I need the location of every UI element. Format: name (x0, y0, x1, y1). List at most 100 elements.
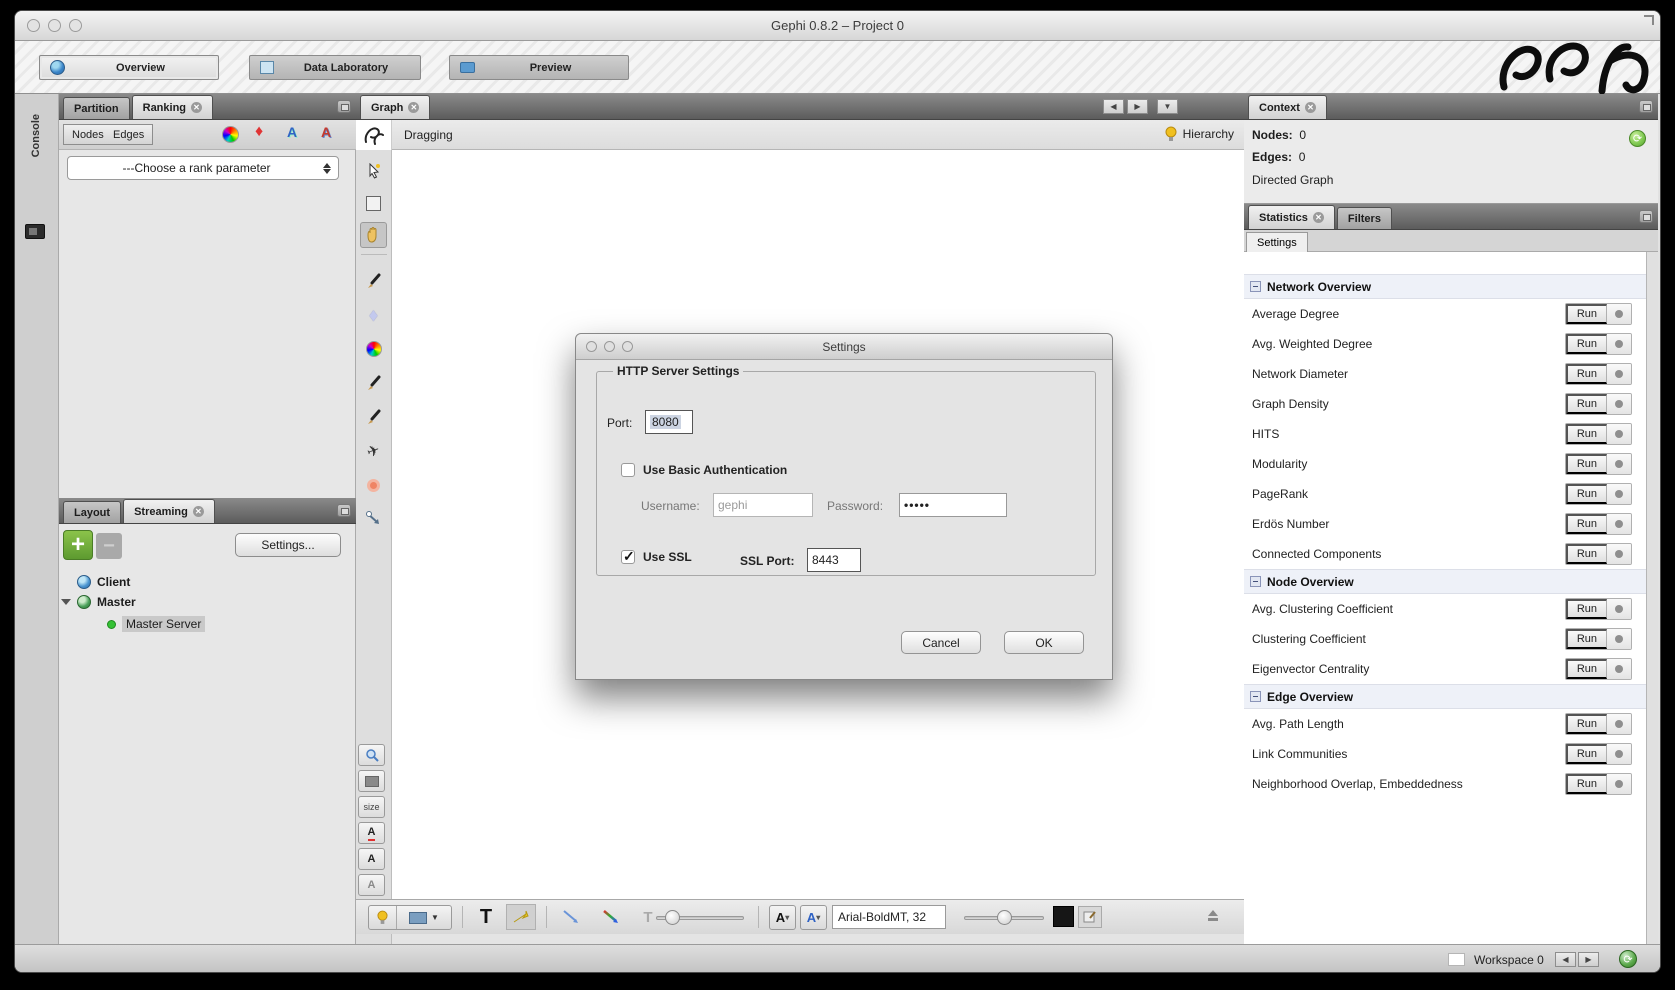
tab-partition[interactable]: Partition (63, 97, 130, 119)
stat-section-network-overview[interactable]: Network Overview (1244, 274, 1646, 299)
run-button[interactable]: Run (1566, 744, 1607, 764)
info-dot-button[interactable] (1607, 774, 1631, 794)
info-dot-button[interactable] (1607, 744, 1631, 764)
painter-tool[interactable] (360, 268, 387, 294)
close-icon[interactable] (191, 102, 202, 113)
close-icon[interactable] (193, 506, 204, 517)
ok-button[interactable]: OK (1004, 631, 1084, 654)
minimize-panel-button[interactable] (337, 100, 351, 113)
subtab-settings[interactable]: Settings (1246, 232, 1308, 252)
stat-section-node-overview[interactable]: Node Overview (1244, 569, 1646, 594)
edge-weight-slider[interactable] (656, 916, 744, 920)
edge-pencil-tool[interactable] (360, 404, 387, 430)
run-button[interactable]: Run (1566, 544, 1607, 564)
label-size-slider[interactable] (964, 916, 1044, 920)
run-button[interactable]: Run (1566, 364, 1607, 384)
run-button[interactable]: Run (1566, 424, 1607, 444)
info-dot-button[interactable] (1607, 304, 1631, 324)
run-button[interactable]: Run (1566, 454, 1607, 474)
node-pencil-tool[interactable] (360, 370, 387, 396)
minimize-panel-button[interactable] (1639, 100, 1653, 113)
label-color-rank-icon[interactable]: A (287, 124, 297, 140)
background-light-button[interactable] (369, 906, 397, 929)
workspace-prev-button[interactable]: ◀ (1555, 952, 1576, 967)
info-dot-button[interactable] (1607, 394, 1631, 414)
tab-scroll-right-button[interactable]: ▶ (1127, 99, 1148, 114)
scrollbar-track[interactable] (1646, 252, 1658, 944)
show-edge-labels-button[interactable] (506, 904, 536, 930)
port-field[interactable]: 8080 (645, 410, 693, 434)
use-ssl-checkbox[interactable] (621, 550, 635, 564)
run-button[interactable]: Run (1566, 659, 1607, 679)
tree-item-master-server[interactable]: Master Server (107, 614, 205, 634)
size-mode-button[interactable]: size (358, 796, 385, 818)
run-button[interactable]: Run (1566, 714, 1607, 734)
tab-statistics[interactable]: Statistics (1248, 205, 1335, 229)
collapse-icon[interactable] (1250, 691, 1261, 702)
edge-label-color-button[interactable]: A▾ (800, 905, 827, 930)
drag-tool[interactable] (360, 222, 387, 248)
run-button[interactable]: Run (1566, 514, 1607, 534)
show-node-labels-button[interactable]: T (471, 904, 501, 930)
tab-filters[interactable]: Filters (1337, 207, 1392, 229)
workspace-sync-icon[interactable]: ⟳ (1619, 950, 1637, 968)
tab-context[interactable]: Context (1248, 95, 1327, 119)
minimize-panel-button[interactable] (337, 504, 351, 517)
password-field[interactable]: ••••• (899, 493, 1007, 517)
dialog-title-bar[interactable]: Settings (576, 334, 1112, 360)
heatmap-tool[interactable] (360, 472, 387, 498)
tab-streaming[interactable]: Streaming (123, 499, 215, 523)
tab-list-button[interactable]: ▼ (1157, 99, 1178, 114)
basic-auth-checkbox[interactable] (621, 463, 635, 477)
tab-layout[interactable]: Layout (63, 501, 121, 523)
close-icon[interactable] (1305, 102, 1316, 113)
info-dot-button[interactable] (1607, 514, 1631, 534)
hierarchy-control[interactable]: Hierarchy (1165, 126, 1234, 142)
run-button[interactable]: Run (1566, 599, 1607, 619)
tab-scroll-left-button[interactable]: ◀ (1103, 99, 1124, 114)
color-gradient-icon[interactable] (222, 126, 239, 143)
username-field[interactable]: gephi (713, 493, 813, 517)
run-button[interactable]: Run (1566, 774, 1607, 794)
terminal-icon[interactable] (25, 224, 45, 239)
tree-item-master[interactable]: Master (61, 592, 136, 612)
info-dot-button[interactable] (1607, 364, 1631, 384)
info-dot-button[interactable] (1607, 629, 1631, 649)
info-dot-button[interactable] (1607, 544, 1631, 564)
label-size-button[interactable]: A (358, 874, 385, 896)
console-tab[interactable]: Console (30, 114, 42, 157)
run-button[interactable]: Run (1566, 394, 1607, 414)
sizer-tool[interactable]: ♦ (360, 302, 387, 328)
heat-brush-tool[interactable] (360, 336, 387, 362)
background-color-button[interactable] (358, 770, 385, 792)
info-dot-button[interactable] (1607, 334, 1631, 354)
add-connection-button[interactable]: + (63, 530, 93, 560)
close-icon[interactable] (1313, 212, 1324, 223)
edge-display-button[interactable] (556, 905, 586, 929)
select-tool[interactable] (360, 158, 387, 184)
screenshot-button[interactable]: ▼ (397, 912, 451, 924)
tab-ranking[interactable]: Ranking (132, 95, 213, 119)
title-bar[interactable]: Gephi 0.8.2 – Project 0 (15, 11, 1660, 41)
collapse-toolbar-button[interactable] (1206, 909, 1220, 927)
run-button[interactable]: Run (1566, 629, 1607, 649)
refresh-context-button[interactable]: ⟳ (1629, 130, 1646, 147)
tab-graph[interactable]: Graph (360, 95, 430, 119)
ssl-port-field[interactable]: 8443 (807, 548, 861, 572)
close-icon[interactable] (408, 102, 419, 113)
run-button[interactable]: Run (1566, 484, 1607, 504)
font-field[interactable]: Arial-BoldMT, 32 (832, 905, 946, 929)
info-dot-button[interactable] (1607, 659, 1631, 679)
cancel-button[interactable]: Cancel (901, 631, 981, 654)
slider-thumb[interactable] (997, 910, 1012, 925)
info-dot-button[interactable] (1607, 424, 1631, 444)
workspace-next-button[interactable]: ▶ (1578, 952, 1599, 967)
run-button[interactable]: Run (1566, 304, 1607, 324)
overview-button[interactable]: Overview (39, 55, 219, 80)
info-dot-button[interactable] (1607, 454, 1631, 474)
label-color-button[interactable]: A (358, 822, 385, 844)
streaming-settings-button[interactable]: Settings... (235, 533, 341, 557)
edge-color-button[interactable] (596, 905, 626, 929)
size-gem-icon[interactable]: ♦ (255, 124, 263, 140)
run-button[interactable]: Run (1566, 334, 1607, 354)
